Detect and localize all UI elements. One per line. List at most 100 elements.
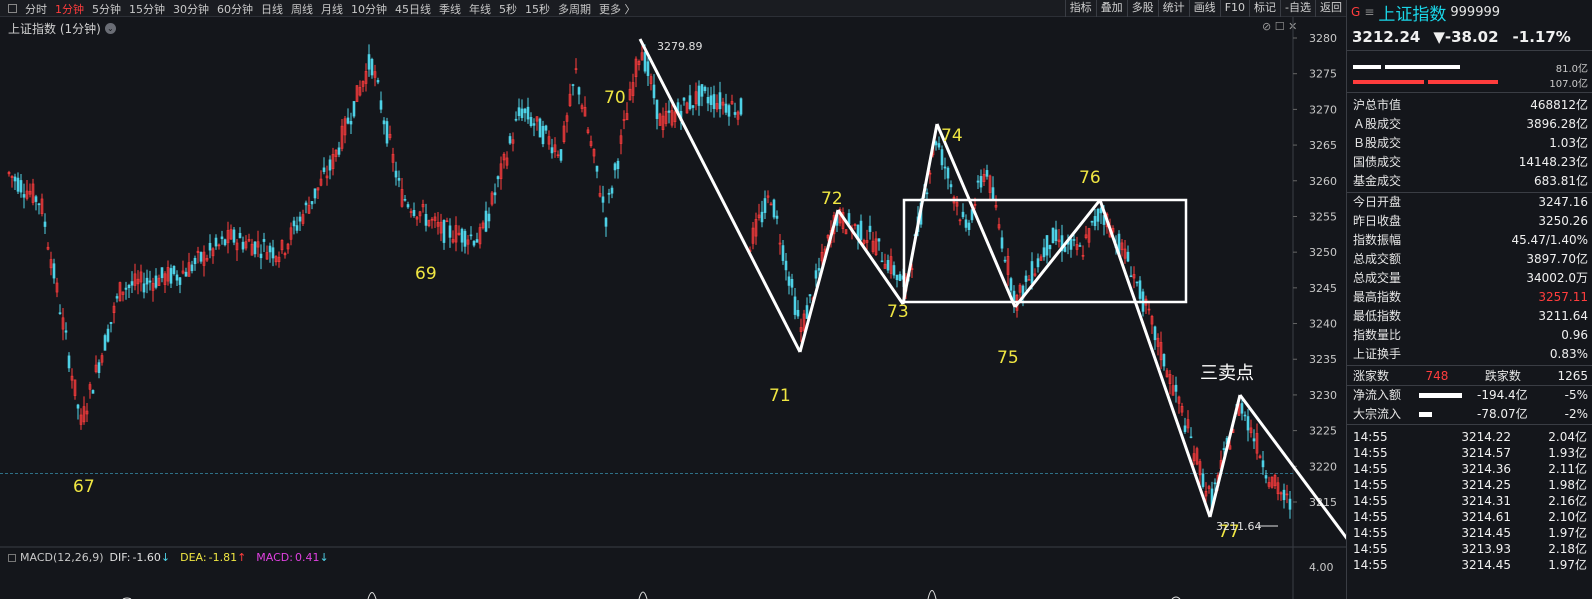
candle-body	[1183, 425, 1187, 432]
candle-body	[295, 225, 299, 231]
stat-label: 今日开盘	[1353, 195, 1402, 209]
candle-body	[175, 274, 179, 281]
tick-row: 14:55 3214.25 1.98亿	[1347, 477, 1592, 493]
tick-row: 14:55 3214.36 2.11亿	[1347, 461, 1592, 477]
tool-button[interactable]: 统计	[1157, 0, 1189, 17]
period-tab[interactable]: 15分钟	[129, 1, 165, 17]
stat-row: Ｂ股成交 1.03亿	[1347, 134, 1592, 153]
candle-body	[304, 202, 308, 206]
bar-bottom-value: 107.0亿	[1549, 79, 1588, 90]
period-tab[interactable]: 45日线	[395, 1, 431, 17]
panel-toggle-icon[interactable]	[8, 4, 17, 13]
candle-body	[787, 276, 791, 286]
candle-body	[700, 84, 704, 97]
period-tab[interactable]: 10分钟	[351, 1, 387, 17]
tool-button[interactable]: F10	[1219, 0, 1249, 17]
candle-body	[1096, 208, 1100, 222]
candle-body	[268, 245, 272, 253]
period-tab[interactable]: 5秒	[499, 1, 517, 17]
candle-body	[544, 125, 548, 131]
period-tab[interactable]: 月线	[321, 1, 343, 17]
candle-body	[1189, 436, 1193, 439]
macd-header: MACD(12,26,9) DIF: -1.60 ↓ DEA: -1.81 ↑ …	[8, 551, 329, 564]
candle-body	[412, 210, 416, 216]
period-tab[interactable]: 多周期	[558, 1, 591, 17]
candle-body	[775, 215, 779, 219]
candle-body	[895, 274, 899, 281]
candle-body	[1201, 473, 1205, 487]
period-tab[interactable]: 分时	[25, 1, 47, 17]
sell-volume-bar-a	[1353, 80, 1424, 84]
tool-button[interactable]: 返回	[1315, 0, 1346, 17]
candle-body	[781, 245, 785, 261]
tick-price: 3214.61	[1461, 510, 1511, 524]
candle-body	[52, 263, 56, 279]
candle-body	[76, 404, 80, 409]
dea-label: DEA:	[180, 551, 207, 564]
candle-body	[733, 112, 737, 115]
candle-body	[13, 176, 17, 182]
stat-label: 指数量比	[1353, 328, 1402, 342]
candle-body	[508, 136, 512, 144]
tick-time: 14:55	[1353, 558, 1388, 572]
tool-button[interactable]: 叠加	[1095, 0, 1127, 17]
period-tab[interactable]: 季线	[439, 1, 461, 17]
market-stats: 沪总市值 468812亿 Ａ股成交 3896.28亿 Ｂ股成交 1.03亿 国债成交 1414…	[1347, 92, 1592, 191]
stat-row: 昨日收盘 3250.26	[1347, 212, 1592, 231]
period-tab[interactable]: 周线	[291, 1, 313, 17]
candle-body	[67, 355, 71, 369]
tick-price: 3214.45	[1461, 558, 1511, 572]
high-price-label: 3279.89	[657, 40, 703, 53]
tool-button[interactable]: -自选	[1280, 0, 1315, 17]
price-tick-label: 3230	[1309, 389, 1337, 402]
candle-body	[1045, 235, 1049, 256]
candle-body	[526, 106, 530, 120]
period-tab[interactable]: 日线	[261, 1, 283, 17]
candle-body	[184, 271, 188, 277]
candle-body	[532, 123, 536, 126]
candle-body	[817, 268, 821, 271]
candle-body	[193, 257, 197, 265]
candle-body	[1129, 275, 1133, 278]
tick-price: 3214.45	[1461, 526, 1511, 540]
candle-body	[784, 260, 788, 271]
period-tab[interactable]: 15秒	[525, 1, 550, 17]
macd-panel-icon[interactable]	[8, 553, 16, 562]
candle-body	[214, 237, 218, 247]
stat-value: 3897.70亿	[1526, 252, 1588, 266]
period-tab[interactable]: 30分钟	[173, 1, 209, 17]
candle-body	[934, 141, 938, 146]
tick-vol: 2.11亿	[1548, 462, 1587, 476]
tick-vol: 2.16亿	[1548, 494, 1587, 508]
period-tab[interactable]: 1分钟	[55, 1, 84, 17]
period-tab[interactable]: 5分钟	[92, 1, 121, 17]
period-tab[interactable]: 年线	[469, 1, 491, 17]
candle-body	[448, 225, 452, 238]
tool-button[interactable]: 指标	[1064, 0, 1096, 17]
macd-curve	[367, 592, 377, 599]
tool-button[interactable]: 画线	[1188, 0, 1220, 17]
candle-body	[259, 253, 263, 259]
stat-value: 3250.26	[1538, 214, 1588, 228]
candle-body	[538, 118, 542, 138]
stat-row: Ａ股成交 3896.28亿	[1347, 115, 1592, 134]
tick-price: 3214.31	[1461, 494, 1511, 508]
candle-body	[1042, 247, 1046, 258]
stat-row: 指数振幅 45.47/1.40%	[1347, 231, 1592, 250]
candle-body	[898, 274, 902, 282]
candle-body	[142, 283, 146, 293]
stat-row: 上证换手 0.83%	[1347, 345, 1592, 364]
candle-body	[814, 270, 818, 279]
menu-icon[interactable]: ≡	[1364, 5, 1374, 19]
tick-list[interactable]: 14:55 3214.22 2.04亿 14:55 3214.57 1.93亿 14:55 3…	[1347, 424, 1592, 573]
candle-body	[487, 213, 491, 222]
period-tab[interactable]: 更多 〉	[599, 1, 636, 17]
tool-button[interactable]: 标记	[1249, 0, 1280, 17]
stat-value: 3257.11	[1538, 290, 1588, 304]
period-tab[interactable]: 60分钟	[217, 1, 253, 17]
tool-button[interactable]: 多股	[1126, 0, 1158, 17]
tick-time: 14:55	[1353, 494, 1388, 508]
candle-body	[1288, 498, 1292, 510]
tool-buttons: 指标 叠加 多股 统计 画线 F10 标记 -自选 返回	[1064, 0, 1346, 17]
dif-value: -1.60	[132, 551, 161, 564]
